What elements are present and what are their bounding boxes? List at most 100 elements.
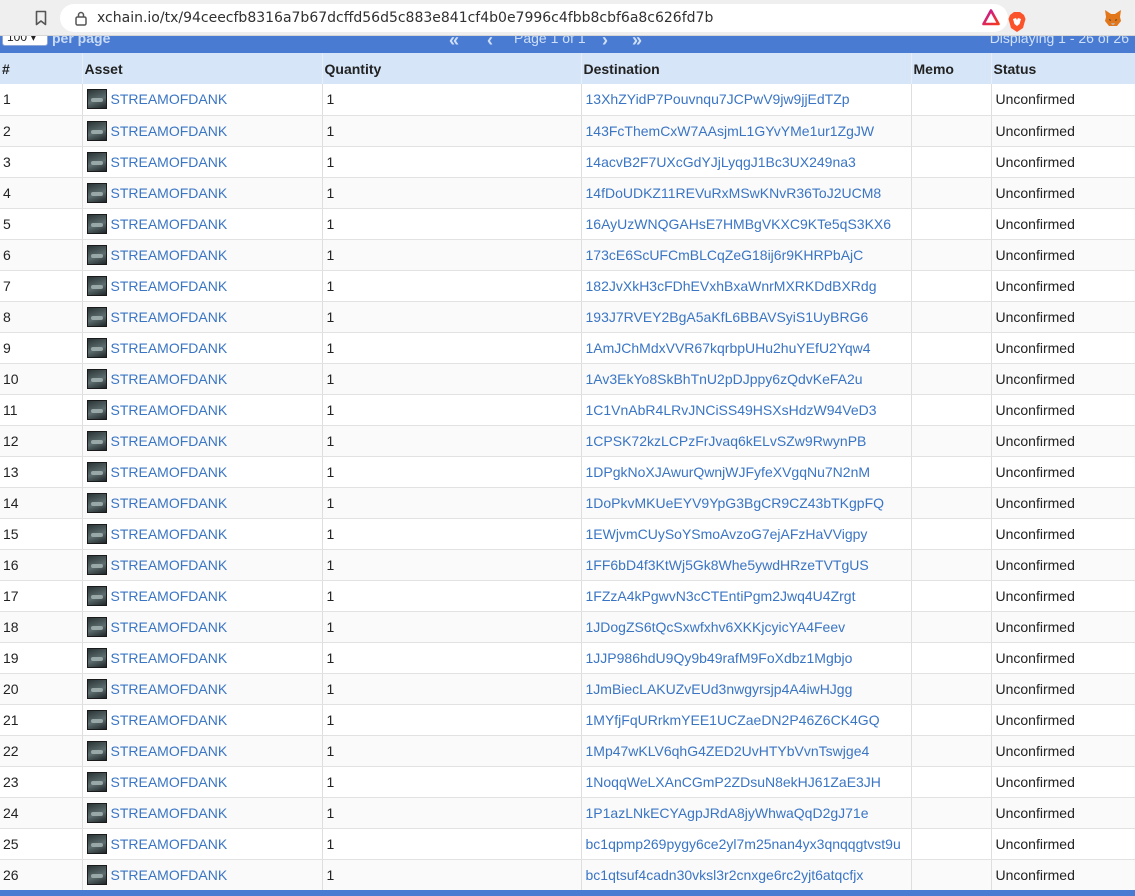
asset-thumbnail-icon[interactable] <box>86 740 107 761</box>
destination-address-link[interactable]: 1Mp47wKLV6qhG4ZED2UvHTYbVvnTswjge4 <box>586 743 870 759</box>
asset-link[interactable]: STREAMOFDANK <box>111 123 228 139</box>
destination-address-link[interactable]: 1JDogZS6tQcSxwfxhv6XKKjcyicYA4Feev <box>586 619 846 635</box>
asset-link[interactable]: STREAMOFDANK <box>111 91 228 107</box>
destination-address-link[interactable]: 1P1azLNkECYAgpJRdA8jyWhwaQqD2gJ71e <box>586 805 869 821</box>
destination-address-link[interactable]: 1FZzA4kPgwvN3cCTEntiPgm2Jwq4U4Zrgt <box>586 588 856 604</box>
bookmark-icon[interactable] <box>35 10 47 26</box>
asset-thumbnail-icon[interactable] <box>86 554 107 575</box>
asset-link[interactable]: STREAMOFDANK <box>111 712 228 728</box>
last-page-icon[interactable]: » <box>632 36 642 51</box>
asset-thumbnail-icon[interactable] <box>86 151 107 172</box>
asset-thumbnail-icon[interactable] <box>86 647 107 668</box>
destination-address-link[interactable]: 1CPSK72kzLCPzFrJvaq6kELvSZw9RwynPB <box>586 433 867 449</box>
asset-thumbnail-icon[interactable] <box>86 430 107 451</box>
asset-thumbnail-icon[interactable] <box>86 213 107 234</box>
asset-link[interactable]: STREAMOFDANK <box>111 340 228 356</box>
asset-thumbnail-icon[interactable] <box>86 802 107 823</box>
destination-address-link[interactable]: 193J7RVEY2BgA5aKfL6BBAVSyiS1UyBRG6 <box>586 309 869 325</box>
destination-address-link[interactable]: 143FcThemCxW7AAsjmL1GYvYMe1ur1ZgJW <box>586 123 875 139</box>
destination-address-link[interactable]: 1JJP986hdU9Qy9b49rafM9FoXdbz1Mgbjo <box>586 650 853 666</box>
asset-thumbnail-icon[interactable] <box>86 585 107 606</box>
brave-rewards-triangle-icon[interactable] <box>982 9 1000 26</box>
asset-thumbnail-icon[interactable] <box>86 182 107 203</box>
asset-thumbnail-icon[interactable] <box>86 864 107 885</box>
asset-link[interactable]: STREAMOFDANK <box>111 774 228 790</box>
destination-address-link[interactable]: 1EWjvmCUySoYSmoAvzoG7ejAFzHaVVigpy <box>586 526 868 542</box>
quantity-cell: 1 <box>322 332 582 364</box>
destination-address-link[interactable]: 16AyUzWNQGAHsE7HMBgVKXC9KTe5qS3KX6 <box>586 216 892 232</box>
asset-link[interactable]: STREAMOFDANK <box>111 309 228 325</box>
asset-thumbnail-icon[interactable] <box>86 709 107 730</box>
prev-page-icon[interactable]: ‹ <box>487 36 493 51</box>
column-header-asset[interactable]: Asset <box>82 53 323 84</box>
lock-icon[interactable] <box>74 10 88 26</box>
asset-link[interactable]: STREAMOFDANK <box>111 650 228 666</box>
asset-link[interactable]: STREAMOFDANK <box>111 154 228 170</box>
asset-link[interactable]: STREAMOFDANK <box>111 464 228 480</box>
asset-thumbnail-icon[interactable] <box>86 833 107 854</box>
asset-link[interactable]: STREAMOFDANK <box>111 247 228 263</box>
asset-link[interactable]: STREAMOFDANK <box>111 402 228 418</box>
asset-thumbnail-icon[interactable] <box>86 771 107 792</box>
column-header-number[interactable]: # <box>0 53 83 84</box>
asset-link[interactable]: STREAMOFDANK <box>111 278 228 294</box>
asset-link[interactable]: STREAMOFDANK <box>111 526 228 542</box>
asset-link[interactable]: STREAMOFDANK <box>111 433 228 449</box>
destination-address-link[interactable]: 1FF6bD4f3KtWj5Gk8Whe5ywdHRzeTVTgUS <box>586 557 869 573</box>
asset-thumbnail-icon[interactable] <box>86 368 107 389</box>
asset-thumbnail-icon[interactable] <box>86 275 107 296</box>
brave-lion-icon[interactable] <box>1007 11 1027 33</box>
asset-link[interactable]: STREAMOFDANK <box>111 805 228 821</box>
asset-link[interactable]: STREAMOFDANK <box>111 743 228 759</box>
asset-link[interactable]: STREAMOFDANK <box>111 185 228 201</box>
address-bar[interactable]: xchain.io/tx/94ceecfb8316a7b67dcffd56d5c… <box>60 4 1026 32</box>
asset-thumbnail-icon[interactable] <box>86 461 107 482</box>
column-header-memo[interactable]: Memo <box>911 53 992 84</box>
asset-thumbnail-icon[interactable] <box>86 523 107 544</box>
destination-address-link[interactable]: 1NoqqWeLXAnCGmP2ZDsuN8ekHJ61ZaE3JH <box>586 774 881 790</box>
destination-address-link[interactable]: 1Av3EkYo8SkBhTnU2pDJppy6zQdvKeFA2u <box>586 371 863 387</box>
asset-link[interactable]: STREAMOFDANK <box>111 681 228 697</box>
asset-link[interactable]: STREAMOFDANK <box>111 371 228 387</box>
table-row: 1 STREAMOFDANK 1 13XhZYidP7Pouvnqu7JCPwV9jw… <box>0 84 1135 116</box>
column-header-quantity[interactable]: Quantity <box>322 53 582 84</box>
destination-address-link[interactable]: bc1qpmp269pygy6ce2yl7m25nan4yx3qnqqgtvst… <box>586 836 901 852</box>
asset-thumbnail-icon[interactable] <box>86 399 107 420</box>
asset-link[interactable]: STREAMOFDANK <box>111 216 228 232</box>
destination-address-link[interactable]: 1JmBiecLAKUZvEUd3nwgyrsjp4A4iwHJgg <box>586 681 853 697</box>
column-header-destination[interactable]: Destination <box>581 53 912 84</box>
asset-thumbnail-icon[interactable] <box>86 244 107 265</box>
destination-address-link[interactable]: 13XhZYidP7Pouvnqu7JCPwV9jw9jjEdTZp <box>586 91 850 107</box>
asset-thumbnail-icon[interactable] <box>86 616 107 637</box>
first-page-icon[interactable]: « <box>449 36 459 51</box>
asset-link[interactable]: STREAMOFDANK <box>111 495 228 511</box>
destination-address-link[interactable]: 14acvB2F7UXcGdYJjLyqgJ1Bc3UX249na3 <box>586 154 856 170</box>
asset-thumbnail-icon[interactable] <box>86 120 107 141</box>
column-header-status[interactable]: Status <box>991 53 1135 84</box>
asset-link[interactable]: STREAMOFDANK <box>111 836 228 852</box>
url-text[interactable]: xchain.io/tx/94ceecfb8316a7b67dcffd56d5c… <box>97 10 713 26</box>
destination-address-link[interactable]: bc1qtsuf4cadn30vksl3r2cnxge6rc2yjt6atqcf… <box>586 867 864 883</box>
destination-address-link[interactable]: 14fDoUDKZ11REVuRxMSwKNvR36ToJ2UCM8 <box>586 185 882 201</box>
asset-thumbnail-icon[interactable] <box>86 337 107 358</box>
asset-cell: STREAMOFDANK <box>82 704 323 736</box>
asset-link[interactable]: STREAMOFDANK <box>111 619 228 635</box>
metamask-fox-icon[interactable] <box>1103 8 1123 28</box>
asset-thumbnail-icon[interactable] <box>86 492 107 513</box>
asset-link[interactable]: STREAMOFDANK <box>111 588 228 604</box>
destination-address-link[interactable]: 182JvXkH3cFDhEVxhBxaWnrMXRKDdBXRdg <box>586 278 877 294</box>
asset-thumbnail-icon[interactable] <box>86 306 107 327</box>
destination-address-link[interactable]: 1C1VnAbR4LRvJNCiSS49HSXsHdzW94VeD3 <box>586 402 877 418</box>
destination-address-link[interactable]: 1DoPkvMKUeEYV9YpG3BgCR9CZ43bTKgpFQ <box>586 495 885 511</box>
next-page-icon[interactable]: › <box>602 36 608 51</box>
asset-thumbnail-icon[interactable] <box>86 678 107 699</box>
memo-cell <box>911 84 992 116</box>
destination-address-link[interactable]: 1DPgkNoXJAwurQwnjWJFyfeXVgqNu7N2nM <box>586 464 871 480</box>
destination-address-link[interactable]: 173cE6ScUFCmBLCqZeG18ij6r9KHRPbAjC <box>586 247 864 263</box>
destination-address-link[interactable]: 1AmJChMdxVVR67kqrbpUHu2huYEfU2Yqw4 <box>586 340 871 356</box>
destination-address-link[interactable]: 1MYfjFqURrkmYEE1UCZaeDN2P46Z6CK4GQ <box>586 712 880 728</box>
asset-thumbnail-icon[interactable] <box>86 89 107 110</box>
asset-link[interactable]: STREAMOFDANK <box>111 557 228 573</box>
asset-link[interactable]: STREAMOFDANK <box>111 867 228 883</box>
per-page-select[interactable]: 100 ▾ <box>2 36 48 46</box>
